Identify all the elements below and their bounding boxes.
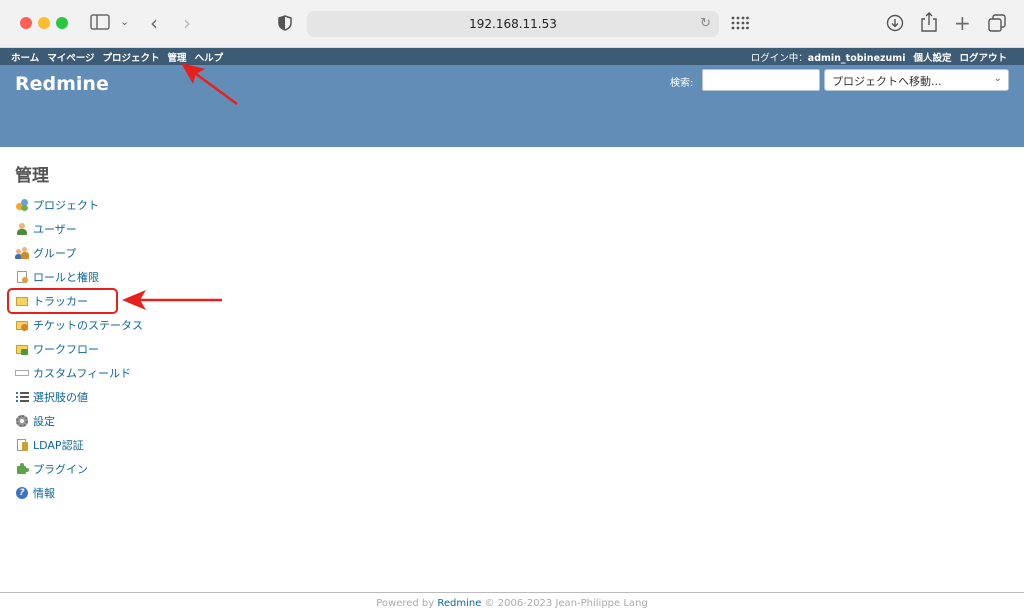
- footer-powered-by: Powered by: [376, 598, 435, 609]
- arrow-to-admin-menu: [181, 63, 238, 106]
- arrow-to-trackers: [122, 290, 222, 310]
- annotation-arrows: [122, 63, 238, 310]
- footer: Powered by Redmine © 2006-2023 Jean-Phil…: [0, 592, 1024, 614]
- footer-copyright: © 2006-2023 Jean-Philippe Lang: [484, 598, 648, 609]
- footer-redmine-link[interactable]: Redmine: [437, 598, 481, 609]
